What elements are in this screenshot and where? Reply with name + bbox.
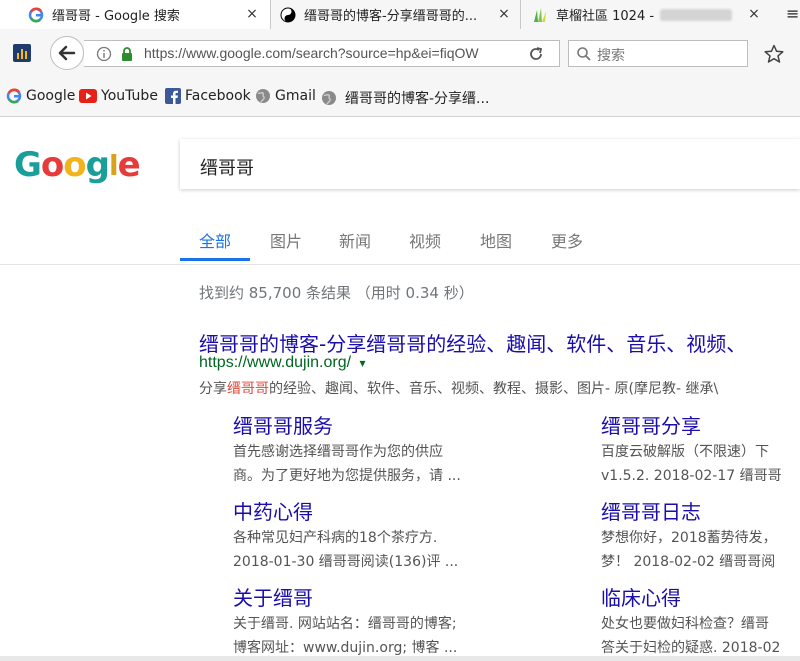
search-placeholder: 搜索	[597, 48, 625, 64]
bookmark-facebook[interactable]: Facebook	[165, 88, 251, 104]
bookmark-label: 缙哥哥的博客-分享缙...	[345, 91, 490, 107]
bookmark-label: Gmail	[275, 88, 316, 104]
lock-icon	[122, 47, 132, 61]
search-query-box[interactable]: 缙哥哥	[180, 139, 800, 189]
tab-more[interactable]: 更多	[551, 228, 583, 252]
dropdown-arrow-icon[interactable]: ▾	[360, 356, 366, 370]
url-bar[interactable]: https://www.google.com/search?source=hp&…	[84, 40, 560, 67]
logo-letter: l	[108, 149, 119, 182]
tab-maps[interactable]: 地图	[480, 228, 512, 252]
tab-news[interactable]: 新闻	[339, 228, 371, 252]
search-icon	[577, 47, 591, 61]
sitelink-desc: 处女也要做妇科检查？缙哥	[601, 616, 769, 632]
horizontal-scrollbar[interactable]	[0, 656, 800, 661]
facebook-icon	[165, 88, 181, 104]
sitelink: 关于缙哥 关于缙哥. 网站站名：缙哥哥的博客; 博客网址：www.dujin.o…	[233, 582, 613, 659]
globe-icon	[256, 89, 270, 103]
sitelink: 临床心得 处女也要做妇科检查？缙哥 答关于妇检的疑惑. 2018-02	[601, 582, 800, 659]
google-header: G o o g l e 缙哥哥 全部 图片 新闻 视频 地图 更多	[0, 117, 800, 265]
logo-letter: G	[14, 145, 42, 185]
bar-chart-icon[interactable]	[13, 44, 31, 62]
bookmark-label: Facebook	[185, 88, 251, 104]
tab-title: 缙哥哥 - Google 搜索	[52, 9, 180, 24]
result-title-link[interactable]: 缙哥哥的博客-分享缙哥哥的经验、趣闻、软件、音乐、视频、	[199, 328, 746, 357]
close-tab-icon[interactable]: ×	[746, 6, 762, 22]
tab-title: 草榴社區 1024 -	[556, 9, 655, 24]
bookmark-label: Google	[26, 88, 76, 104]
sitelink-title[interactable]: 中药心得	[233, 496, 613, 525]
bookmark-dujin-blog[interactable]: 缙哥哥的博客-分享缙...	[321, 88, 489, 108]
close-tab-icon[interactable]: ×	[496, 6, 512, 22]
bookmark-gmail[interactable]: Gmail	[255, 88, 316, 104]
result-stats: 找到约 85,700 条结果 （用时 0.34 秒）	[199, 284, 474, 302]
tab-google-search[interactable]: 缙哥哥 - Google 搜索 ×	[0, 0, 271, 29]
bookmark-google[interactable]: Google	[6, 88, 75, 104]
logo-letter: o	[40, 145, 64, 185]
sitelink: 中药心得 各种常见妇产科病的18个茶疗方. 2018-01-30 缙哥哥阅读(1…	[233, 496, 613, 573]
result-url-text: https://www.dujin.org/	[199, 354, 352, 371]
google-favicon-icon	[6, 88, 22, 104]
search-query-text: 缙哥哥	[200, 158, 254, 179]
reload-icon[interactable]	[528, 46, 544, 62]
sitelink-desc: v1.5.2. 2018-02-17 缙哥哥	[601, 468, 782, 484]
sitelink-desc: 首先感谢选择缙哥哥作为您的供应	[233, 444, 443, 460]
sitelink-title[interactable]: 临床心得	[601, 582, 800, 611]
tab-all[interactable]: 全部	[199, 228, 231, 252]
globe-icon	[322, 91, 336, 105]
sitelink-desc: 各种常见妇产科病的18个茶疗方.	[233, 530, 438, 546]
sitelink: 缙哥哥日志 梦想你好，2018蓄势待发， 梦！ 2018-02-02 缙哥哥阅	[601, 496, 800, 573]
search-input[interactable]: 搜索	[568, 40, 748, 67]
grass-icon	[534, 7, 546, 22]
sitelink: 缙哥哥服务 首先感谢选择缙哥哥作为您的供应 商。为了更好地为您提供服务，请 ..…	[233, 410, 613, 487]
url-text: https://www.google.com/search?source=hp&…	[144, 45, 479, 61]
tab-overflow-icon[interactable]: ≡	[786, 4, 799, 23]
sitelink-title[interactable]: 缙哥哥服务	[233, 410, 613, 439]
close-tab-icon[interactable]: ×	[244, 6, 260, 22]
google-favicon-icon	[28, 7, 44, 22]
google-logo[interactable]: G o o g l e	[14, 145, 141, 185]
active-tab-indicator	[180, 258, 250, 261]
tab-videos[interactable]: 视频	[409, 228, 441, 252]
tab-images[interactable]: 图片	[270, 228, 302, 252]
result-snippet: 分享缙哥哥的经验、趣闻、软件、音乐、视频、教程、摄影、图片- 原(摩尼教- 继承…	[199, 378, 718, 398]
navigation-bar: https://www.google.com/search?source=hp&…	[0, 30, 800, 76]
sitelink-desc: 梦想你好，2018蓄势待发，	[601, 530, 777, 546]
bookmark-youtube[interactable]: YouTube	[79, 88, 158, 104]
tab-title: 缙哥哥的博客-分享缙哥哥的...	[304, 9, 478, 24]
sitelink-desc: 商。为了更好地为您提供服务，请 ...	[233, 468, 461, 484]
info-icon[interactable]	[96, 46, 112, 62]
sitelink-title[interactable]: 缙哥哥日志	[601, 496, 800, 525]
logo-letter: e	[117, 145, 141, 185]
back-arrow-icon	[58, 45, 76, 61]
sitelink-desc: 关于缙哥. 网站站名：缙哥哥的博客;	[233, 616, 457, 632]
logo-letter: o	[63, 145, 86, 185]
result-url[interactable]: https://www.dujin.org/ ▾	[199, 354, 366, 372]
redacted-text	[660, 8, 733, 21]
sitelink-title[interactable]: 关于缙哥	[233, 582, 613, 611]
sitelink-title[interactable]: 缙哥哥分享	[601, 410, 800, 439]
sitelink: 缙哥哥分享 百度云破解版（不限速）下 v1.5.2. 2018-02-17 缙哥…	[601, 410, 800, 487]
tab-bar: 缙哥哥 - Google 搜索 × 缙哥哥的博客-分享缙哥哥的... × 草榴社…	[0, 0, 800, 31]
sitelink-desc: 2018-01-30 缙哥哥阅读(136)评 ...	[233, 554, 459, 570]
bookmarks-bar: Google YouTube Facebook Gmail 缙哥哥的博客-分享缙…	[0, 76, 800, 117]
bookmark-star-icon[interactable]	[764, 44, 784, 64]
snippet-text: 的经验、趣闻、软件、音乐、视频、教程、摄影、图片- 原(摩尼教- 继承\	[269, 381, 719, 397]
bookmark-label: YouTube	[101, 88, 158, 104]
yin-yang-icon	[280, 7, 296, 22]
snippet-text: 分享	[199, 381, 227, 397]
tab-dujin-blog[interactable]: 缙哥哥的博客-分享缙哥哥的... ×	[270, 0, 521, 29]
back-button[interactable]	[50, 36, 84, 70]
logo-letter: g	[85, 145, 110, 185]
tab-caoliu[interactable]: 草榴社區 1024 - ×	[520, 0, 780, 29]
sitelink-desc: 百度云破解版（不限速）下	[601, 444, 769, 460]
snippet-highlight: 缙哥哥	[227, 381, 269, 397]
sitelink-desc: 梦！ 2018-02-02 缙哥哥阅	[601, 554, 776, 570]
youtube-icon	[79, 89, 97, 103]
